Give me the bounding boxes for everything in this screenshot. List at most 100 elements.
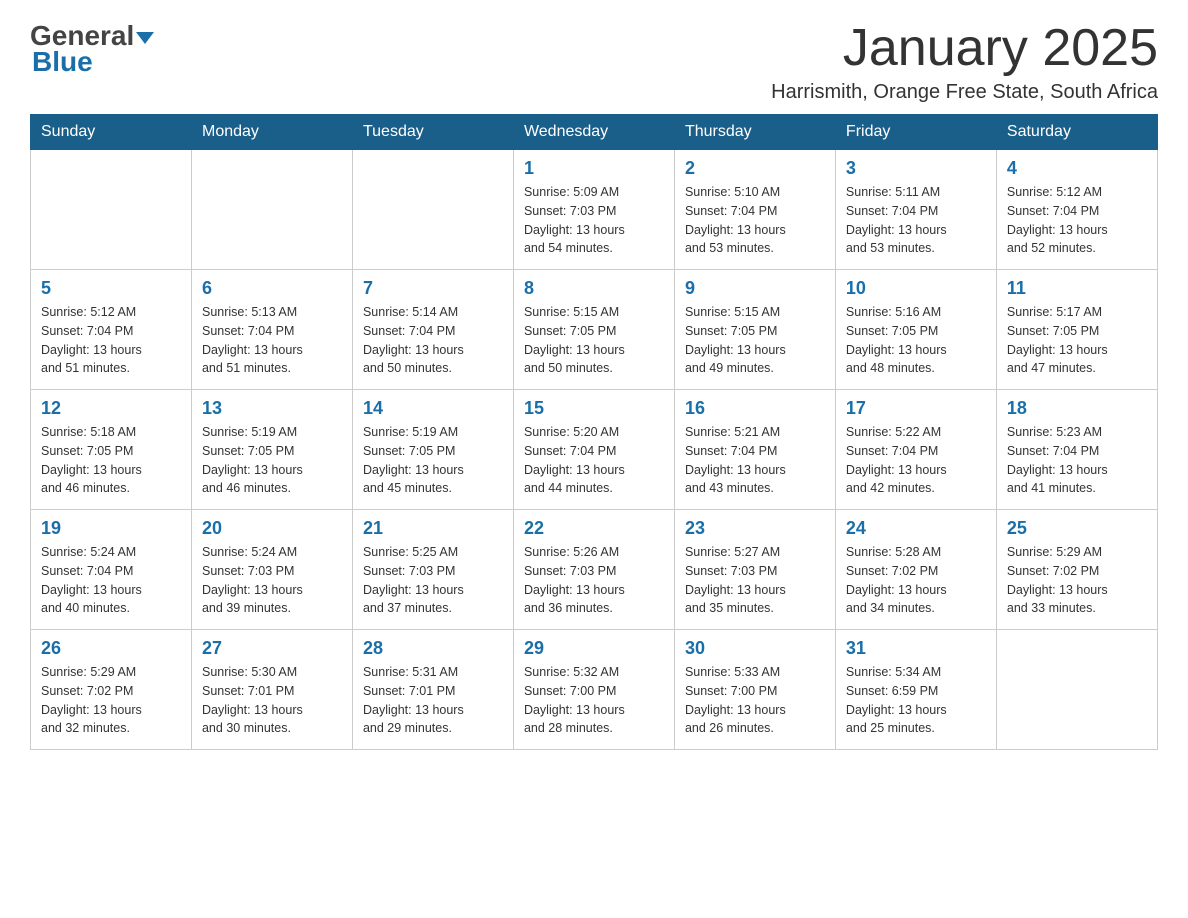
calendar-cell [352, 150, 513, 270]
weekday-header-row: SundayMondayTuesdayWednesdayThursdayFrid… [31, 115, 1158, 150]
calendar-week-row: 5 Sunrise: 5:12 AM Sunset: 7:04 PM Daylig… [31, 270, 1158, 390]
calendar-cell: 22 Sunrise: 5:26 AM Sunset: 7:03 PM Dayli… [513, 510, 674, 630]
day-number: 14 [363, 398, 503, 419]
day-number: 8 [524, 278, 664, 299]
weekday-header-thursday: Thursday [674, 115, 835, 150]
day-info: Sunrise: 5:34 AM Sunset: 6:59 PM Dayligh… [846, 663, 986, 738]
day-number: 1 [524, 158, 664, 179]
calendar-cell: 17 Sunrise: 5:22 AM Sunset: 7:04 PM Dayli… [835, 390, 996, 510]
day-info: Sunrise: 5:29 AM Sunset: 7:02 PM Dayligh… [1007, 543, 1147, 618]
day-number: 22 [524, 518, 664, 539]
day-number: 26 [41, 638, 181, 659]
day-number: 5 [41, 278, 181, 299]
day-number: 29 [524, 638, 664, 659]
weekday-header-tuesday: Tuesday [352, 115, 513, 150]
calendar-cell: 20Sunrise: 5:24 AM Sunset: 7:03 PM Dayli… [191, 510, 352, 630]
calendar-cell: 1 Sunrise: 5:09 AM Sunset: 7:03 PM Daylig… [513, 150, 674, 270]
day-number: 6 [202, 278, 342, 299]
day-number: 28 [363, 638, 503, 659]
day-number: 31 [846, 638, 986, 659]
day-info: Sunrise: 5:20 AM Sunset: 7:04 PM Dayligh… [524, 423, 664, 498]
day-number: 9 [685, 278, 825, 299]
day-info: Sunrise: 5:19 AM Sunset: 7:05 PM Dayligh… [202, 423, 342, 498]
calendar-cell: 15 Sunrise: 5:20 AM Sunset: 7:04 PM Dayli… [513, 390, 674, 510]
day-number: 15 [524, 398, 664, 419]
day-number: 11 [1007, 278, 1147, 299]
calendar-cell [31, 150, 192, 270]
calendar-cell: 30Sunrise: 5:33 AM Sunset: 7:00 PM Dayli… [674, 630, 835, 750]
day-number: 18 [1007, 398, 1147, 419]
calendar-cell: 31 Sunrise: 5:34 AM Sunset: 6:59 PM Dayli… [835, 630, 996, 750]
calendar-cell: 6 Sunrise: 5:13 AM Sunset: 7:04 PM Daylig… [191, 270, 352, 390]
calendar-cell: 9 Sunrise: 5:15 AM Sunset: 7:05 PM Daylig… [674, 270, 835, 390]
day-number: 24 [846, 518, 986, 539]
day-info: Sunrise: 5:12 AM Sunset: 7:04 PM Dayligh… [41, 303, 181, 378]
calendar-cell: 16 Sunrise: 5:21 AM Sunset: 7:04 PM Dayli… [674, 390, 835, 510]
day-info: Sunrise: 5:09 AM Sunset: 7:03 PM Dayligh… [524, 183, 664, 258]
calendar-cell: 5 Sunrise: 5:12 AM Sunset: 7:04 PM Daylig… [31, 270, 192, 390]
day-number: 10 [846, 278, 986, 299]
day-info: Sunrise: 5:28 AM Sunset: 7:02 PM Dayligh… [846, 543, 986, 618]
weekday-header-saturday: Saturday [996, 115, 1157, 150]
day-number: 12 [41, 398, 181, 419]
calendar-cell: 19Sunrise: 5:24 AM Sunset: 7:04 PM Dayli… [31, 510, 192, 630]
calendar-table: SundayMondayTuesdayWednesdayThursdayFrid… [30, 114, 1158, 750]
calendar-cell: 12 Sunrise: 5:18 AM Sunset: 7:05 PM Dayli… [31, 390, 192, 510]
calendar-cell: 25 Sunrise: 5:29 AM Sunset: 7:02 PM Dayli… [996, 510, 1157, 630]
day-number: 21 [363, 518, 503, 539]
day-info: Sunrise: 5:22 AM Sunset: 7:04 PM Dayligh… [846, 423, 986, 498]
day-number: 30 [685, 638, 825, 659]
calendar-cell: 28 Sunrise: 5:31 AM Sunset: 7:01 PM Dayli… [352, 630, 513, 750]
day-number: 25 [1007, 518, 1147, 539]
calendar-cell: 13 Sunrise: 5:19 AM Sunset: 7:05 PM Dayli… [191, 390, 352, 510]
day-info: Sunrise: 5:30 AM Sunset: 7:01 PM Dayligh… [202, 663, 342, 738]
day-info: Sunrise: 5:25 AM Sunset: 7:03 PM Dayligh… [363, 543, 503, 618]
logo-blue-text: Blue [32, 46, 154, 78]
day-number: 3 [846, 158, 986, 179]
day-number: 13 [202, 398, 342, 419]
calendar-cell [996, 630, 1157, 750]
calendar-cell: 3 Sunrise: 5:11 AM Sunset: 7:04 PM Daylig… [835, 150, 996, 270]
calendar-cell: 11 Sunrise: 5:17 AM Sunset: 7:05 PM Dayli… [996, 270, 1157, 390]
page-header: General Blue January 2025 Harrismith, Or… [30, 20, 1158, 104]
day-info: Sunrise: 5:31 AM Sunset: 7:01 PM Dayligh… [363, 663, 503, 738]
day-info: Sunrise: 5:10 AM Sunset: 7:04 PM Dayligh… [685, 183, 825, 258]
calendar-week-row: 19Sunrise: 5:24 AM Sunset: 7:04 PM Dayli… [31, 510, 1158, 630]
calendar-cell: 18 Sunrise: 5:23 AM Sunset: 7:04 PM Dayli… [996, 390, 1157, 510]
day-info: Sunrise: 5:18 AM Sunset: 7:05 PM Dayligh… [41, 423, 181, 498]
calendar-week-row: 12 Sunrise: 5:18 AM Sunset: 7:05 PM Dayli… [31, 390, 1158, 510]
calendar-cell: 7Sunrise: 5:14 AM Sunset: 7:04 PM Daylig… [352, 270, 513, 390]
day-info: Sunrise: 5:32 AM Sunset: 7:00 PM Dayligh… [524, 663, 664, 738]
day-info: Sunrise: 5:11 AM Sunset: 7:04 PM Dayligh… [846, 183, 986, 258]
day-info: Sunrise: 5:23 AM Sunset: 7:04 PM Dayligh… [1007, 423, 1147, 498]
weekday-header-wednesday: Wednesday [513, 115, 674, 150]
calendar-cell: 29 Sunrise: 5:32 AM Sunset: 7:00 PM Dayli… [513, 630, 674, 750]
day-info: Sunrise: 5:15 AM Sunset: 7:05 PM Dayligh… [524, 303, 664, 378]
day-info: Sunrise: 5:13 AM Sunset: 7:04 PM Dayligh… [202, 303, 342, 378]
day-info: Sunrise: 5:17 AM Sunset: 7:05 PM Dayligh… [1007, 303, 1147, 378]
day-number: 17 [846, 398, 986, 419]
calendar-cell: 10Sunrise: 5:16 AM Sunset: 7:05 PM Dayli… [835, 270, 996, 390]
day-info: Sunrise: 5:26 AM Sunset: 7:03 PM Dayligh… [524, 543, 664, 618]
calendar-week-row: 26 Sunrise: 5:29 AM Sunset: 7:02 PM Dayli… [31, 630, 1158, 750]
calendar-cell: 21 Sunrise: 5:25 AM Sunset: 7:03 PM Dayli… [352, 510, 513, 630]
calendar-cell: 23Sunrise: 5:27 AM Sunset: 7:03 PM Dayli… [674, 510, 835, 630]
calendar-cell: 14Sunrise: 5:19 AM Sunset: 7:05 PM Dayli… [352, 390, 513, 510]
day-number: 27 [202, 638, 342, 659]
day-number: 23 [685, 518, 825, 539]
logo-triangle-icon [136, 32, 154, 44]
calendar-cell [191, 150, 352, 270]
day-number: 4 [1007, 158, 1147, 179]
calendar-cell: 26 Sunrise: 5:29 AM Sunset: 7:02 PM Dayli… [31, 630, 192, 750]
weekday-header-friday: Friday [835, 115, 996, 150]
day-info: Sunrise: 5:24 AM Sunset: 7:04 PM Dayligh… [41, 543, 181, 618]
day-info: Sunrise: 5:15 AM Sunset: 7:05 PM Dayligh… [685, 303, 825, 378]
day-info: Sunrise: 5:21 AM Sunset: 7:04 PM Dayligh… [685, 423, 825, 498]
day-info: Sunrise: 5:29 AM Sunset: 7:02 PM Dayligh… [41, 663, 181, 738]
day-info: Sunrise: 5:14 AM Sunset: 7:04 PM Dayligh… [363, 303, 503, 378]
logo: General Blue [30, 20, 154, 78]
calendar-cell: 4 Sunrise: 5:12 AM Sunset: 7:04 PM Daylig… [996, 150, 1157, 270]
day-number: 16 [685, 398, 825, 419]
calendar-cell: 2Sunrise: 5:10 AM Sunset: 7:04 PM Daylig… [674, 150, 835, 270]
day-info: Sunrise: 5:12 AM Sunset: 7:04 PM Dayligh… [1007, 183, 1147, 258]
